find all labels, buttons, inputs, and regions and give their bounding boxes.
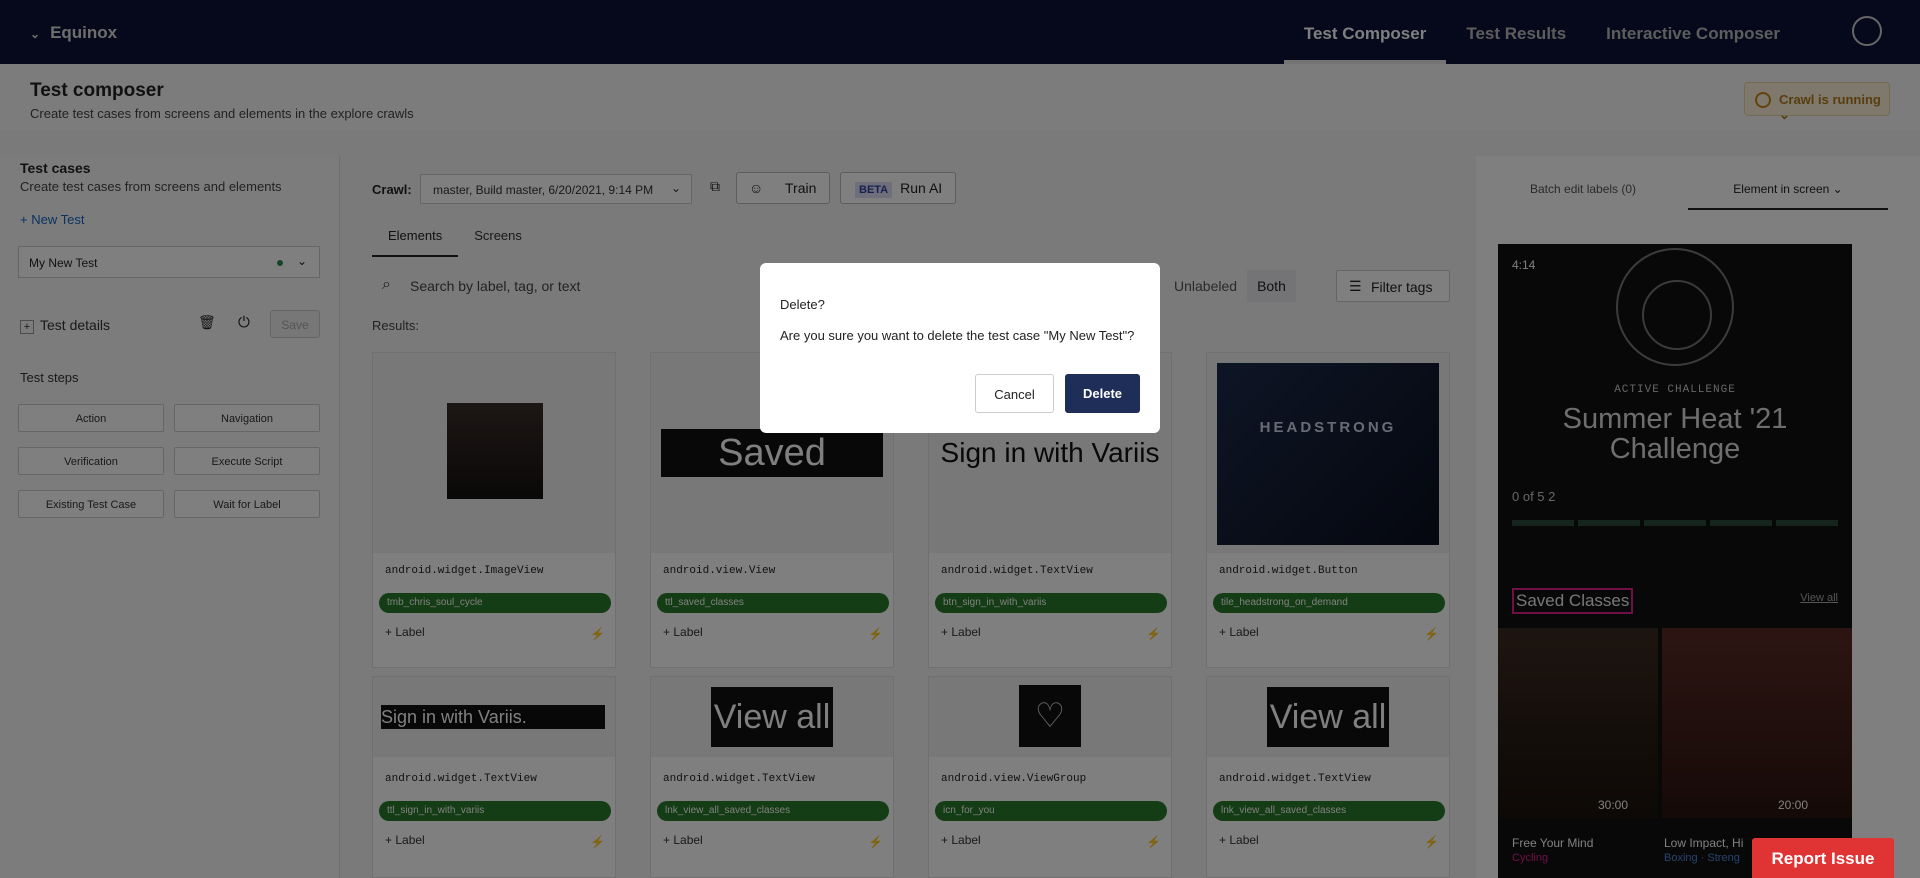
delete-button[interactable]: Delete: [1065, 374, 1140, 413]
modal-backdrop[interactable]: [0, 0, 1920, 878]
report-issue-button[interactable]: Report Issue: [1752, 838, 1894, 878]
delete-dialog: Delete? Are you sure you want to delete …: [760, 263, 1160, 433]
dialog-title: Delete?: [780, 297, 825, 312]
dialog-message: Are you sure you want to delete the test…: [780, 328, 1135, 343]
cancel-button[interactable]: Cancel: [975, 374, 1054, 413]
